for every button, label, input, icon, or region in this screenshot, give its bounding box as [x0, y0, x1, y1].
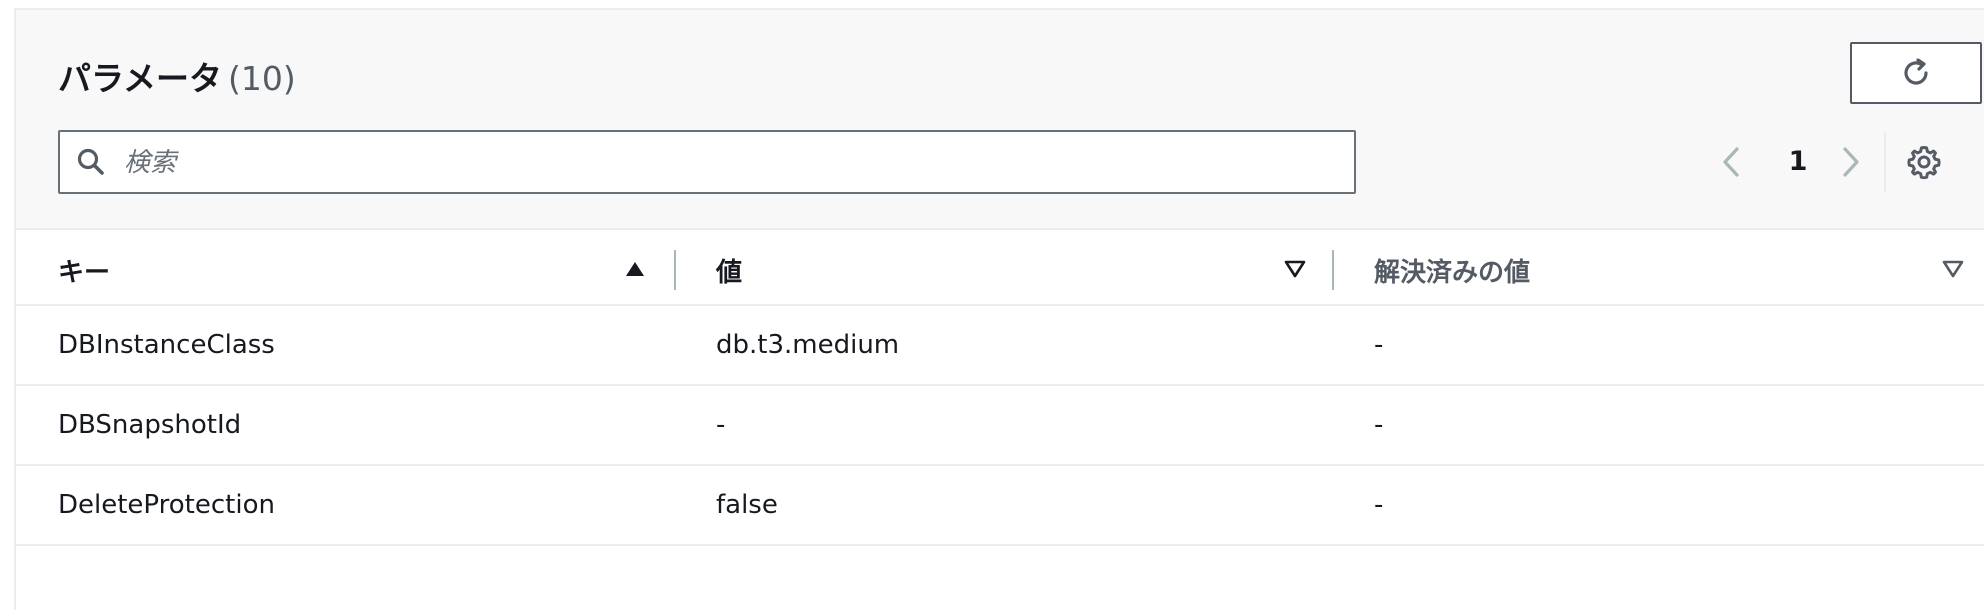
panel-header: パラメータ(10) 1: [16, 10, 1984, 230]
pagination-divider: [1884, 132, 1886, 192]
cell-value: -: [716, 410, 726, 440]
current-page-number[interactable]: 1: [1780, 146, 1816, 177]
chevron-left-icon[interactable]: [1718, 146, 1744, 178]
cell-key: DeleteProtection: [58, 490, 275, 520]
column-header-resolved-value[interactable]: 解決済みの値: [1374, 252, 1530, 289]
column-resizer[interactable]: [1332, 250, 1334, 290]
panel-title-text: パラメータ: [58, 59, 223, 98]
column-header-key[interactable]: キー: [58, 252, 110, 289]
parameter-count: (10): [228, 59, 296, 98]
search-input[interactable]: [122, 140, 1326, 186]
panel-title: パラメータ (10): [58, 52, 296, 100]
parameters-panel: パラメータ(10) 1: [14, 8, 1984, 610]
sort-descending-icon[interactable]: [1942, 260, 1964, 278]
refresh-button[interactable]: [1850, 42, 1982, 104]
sort-descending-icon[interactable]: [1284, 260, 1306, 278]
cell-resolved-value: -: [1374, 410, 1384, 440]
cell-key: DBInstanceClass: [58, 330, 275, 360]
table-row: DeleteProtection false -: [16, 466, 1984, 546]
cell-value: false: [716, 490, 778, 520]
cell-resolved-value: -: [1374, 330, 1384, 360]
gear-icon[interactable]: [1906, 144, 1942, 180]
search-field[interactable]: [58, 130, 1356, 194]
cell-resolved-value: -: [1374, 490, 1384, 520]
sort-ascending-icon[interactable]: [624, 260, 646, 278]
chevron-right-icon[interactable]: [1838, 146, 1864, 178]
column-resizer[interactable]: [674, 250, 676, 290]
table-row: DBInstanceClass db.t3.medium -: [16, 306, 1984, 386]
cell-value: db.t3.medium: [716, 330, 900, 360]
cell-key: DBSnapshotId: [58, 410, 242, 440]
refresh-icon: [1904, 58, 1928, 85]
search-icon: [77, 148, 104, 175]
column-header-value[interactable]: 値: [716, 252, 742, 289]
table-row: DBSnapshotId - -: [16, 386, 1984, 466]
table-header: キー 値 解決済みの値: [16, 230, 1984, 306]
